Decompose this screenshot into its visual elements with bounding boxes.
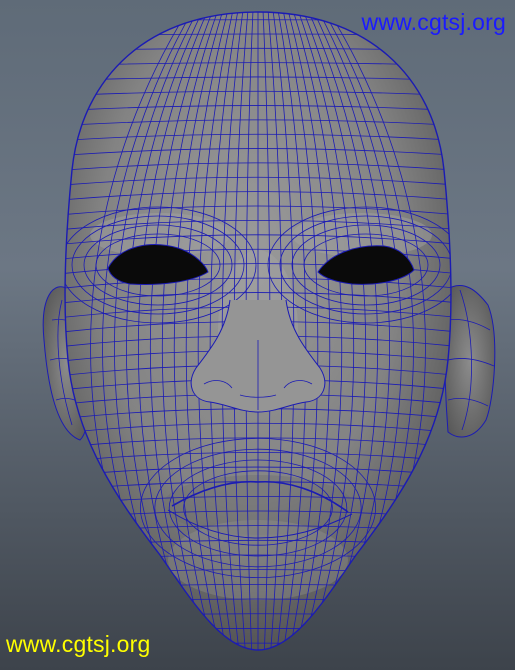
watermark-top: www.cgtsj.org	[361, 9, 506, 35]
head-wireframe-model	[42, 11, 496, 651]
watermark-bottom: www.cgtsj.org	[6, 631, 151, 657]
3d-viewport[interactable]: www.cgtsj.org www.cgtsj.org	[0, 0, 515, 670]
right-ear	[444, 284, 496, 438]
